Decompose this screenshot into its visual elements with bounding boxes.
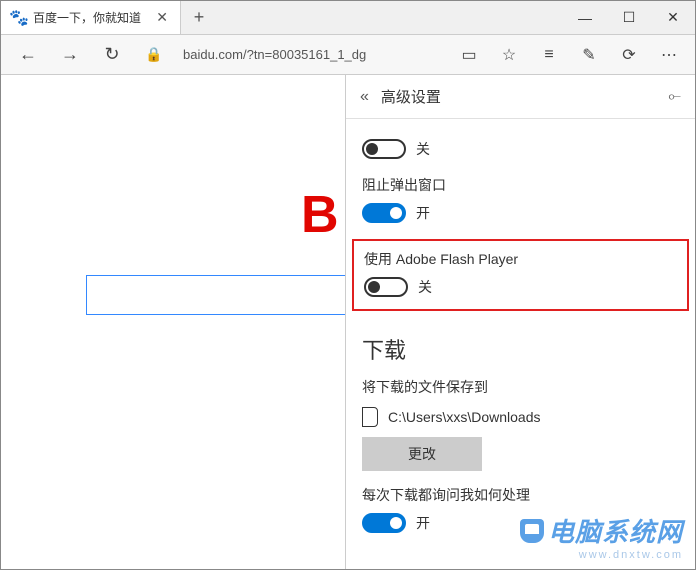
download-path: C:\Users\xxs\Downloads — [388, 409, 541, 425]
window-controls: — ☐ ✕ — [563, 1, 695, 34]
change-button[interactable]: 更改 — [362, 437, 482, 471]
lock-icon: 🔒 — [135, 40, 173, 70]
notes-icon[interactable]: ✎ — [571, 40, 607, 70]
toggle-label: 关 — [418, 277, 432, 297]
maximize-button[interactable]: ☐ — [607, 1, 651, 34]
toggle-ask-download[interactable] — [362, 513, 406, 533]
flash-label: 使用 Adobe Flash Player — [364, 249, 677, 269]
toggle-label: 开 — [416, 513, 430, 533]
flash-row: 关 — [364, 277, 677, 297]
minimize-button[interactable]: — — [563, 1, 607, 34]
browser-tab[interactable]: 🐾 百度一下，你就知道 ✕ — [1, 1, 181, 34]
download-path-row: C:\Users\xxs\Downloads — [362, 407, 679, 427]
share-icon[interactable]: ⟳ — [611, 40, 647, 70]
window-titlebar: 🐾 百度一下，你就知道 ✕ + — ☐ ✕ — [1, 1, 695, 35]
house-icon — [520, 519, 544, 543]
close-icon[interactable]: ✕ — [154, 9, 170, 26]
toggle-label: 开 — [416, 203, 430, 223]
back-button[interactable]: ← — [9, 40, 47, 70]
url-field[interactable]: baidu.com/?tn=80035161_1_dg — [177, 47, 447, 62]
toggle-unknown[interactable] — [362, 139, 406, 159]
baidu-logo: B — [301, 185, 339, 245]
reading-view-icon[interactable]: ▭ — [451, 40, 487, 70]
save-location-label: 将下载的文件保存到 — [362, 377, 679, 397]
panel-title: 高级设置 — [381, 86, 668, 107]
downloads-section-title: 下载 — [362, 333, 679, 365]
chevron-left-icon[interactable]: « — [360, 88, 369, 106]
refresh-button[interactable]: ↻ — [93, 40, 131, 70]
more-icon[interactable]: ⋯ — [651, 40, 687, 70]
new-tab-button[interactable]: + — [181, 1, 217, 34]
ask-download-label: 每次下载都询问我如何处理 — [362, 485, 679, 505]
address-bar: ← → ↻ 🔒 baidu.com/?tn=80035161_1_dg ▭ ☆ … — [1, 35, 695, 75]
flash-setting-highlight: 使用 Adobe Flash Player 关 — [352, 239, 689, 311]
close-button[interactable]: ✕ — [651, 1, 695, 34]
toggle-popup-blocker[interactable] — [362, 203, 406, 223]
toggle-flash[interactable] — [364, 277, 408, 297]
setting-unknown-row: 关 — [362, 139, 679, 159]
tab-title: 百度一下，你就知道 — [33, 9, 148, 26]
favorite-icon[interactable]: ☆ — [491, 40, 527, 70]
popup-blocker-label: 阻止弹出窗口 — [362, 175, 679, 195]
folder-icon — [362, 407, 378, 427]
popup-blocker-row: 开 — [362, 203, 679, 223]
settings-panel: « 高级设置 ⟜ 关 阻止弹出窗口 开 使用 Adobe Flash Playe… — [345, 75, 695, 569]
forward-button[interactable]: → — [51, 40, 89, 70]
watermark: 电脑系统网 www.dnxtw.com — [520, 512, 683, 561]
pin-icon[interactable]: ⟜ — [668, 88, 681, 106]
hub-icon[interactable]: ≡ — [531, 40, 567, 70]
paw-icon: 🐾 — [11, 10, 27, 26]
toggle-label: 关 — [416, 139, 430, 159]
panel-header: « 高级设置 ⟜ — [346, 75, 695, 119]
